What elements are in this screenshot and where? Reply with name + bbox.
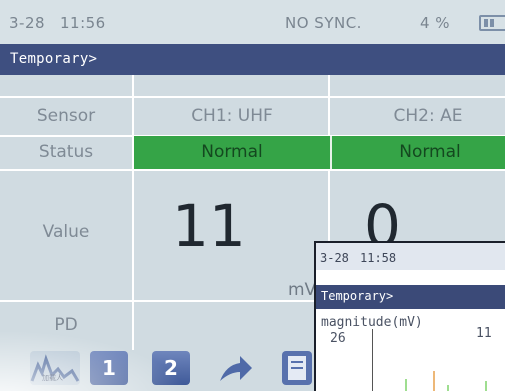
status-time: 11:56 bbox=[60, 14, 106, 32]
row-label-pd: PD bbox=[54, 315, 78, 335]
row-label-status: Status bbox=[38, 142, 94, 162]
spectrum-caption: 加载人 bbox=[42, 374, 63, 382]
inset-title-bar: Temporary> bbox=[316, 285, 505, 309]
inset-y-axis bbox=[372, 329, 373, 391]
page-title: Temporary> bbox=[10, 51, 98, 67]
status-date: 3-28 bbox=[9, 14, 46, 32]
channel-2-icon[interactable]: 2 bbox=[152, 351, 190, 385]
row-label-value: Value bbox=[42, 222, 90, 242]
inset-axis-label: magnitude(mV) bbox=[321, 315, 423, 330]
inset-axis-max: 26 bbox=[330, 331, 346, 346]
battery-icon bbox=[479, 15, 505, 31]
ch2-sensor-name: CH2: AE bbox=[393, 106, 463, 126]
sync-status: NO SYNC. bbox=[285, 14, 362, 32]
inset-title: Temporary> bbox=[321, 289, 394, 303]
grid-line bbox=[0, 169, 505, 171]
inset-status-bar: 3-28 11:58 bbox=[316, 243, 505, 270]
device-screen: 3-28 11:56 NO SYNC. 4 % Temporary> Senso… bbox=[0, 0, 505, 391]
ch1-value: 11 bbox=[172, 192, 246, 260]
ch1-unit: mV bbox=[288, 280, 317, 300]
inset-reading: 11 bbox=[476, 326, 492, 341]
ch1-status: Normal bbox=[201, 142, 263, 162]
document-icon[interactable] bbox=[282, 351, 312, 385]
title-bar[interactable]: Temporary> bbox=[0, 44, 505, 75]
battery-percent: 4 % bbox=[420, 14, 451, 32]
inset-date: 3-28 bbox=[320, 251, 349, 265]
channel-1-icon[interactable]: 1 bbox=[90, 351, 128, 385]
spectrum-icon[interactable]: 加载人 bbox=[30, 351, 80, 385]
status-band: Normal Normal bbox=[134, 136, 505, 169]
grid-line bbox=[0, 96, 505, 98]
ch1-sensor-name: CH1: UHF bbox=[191, 106, 273, 126]
ch2-status: Normal bbox=[399, 142, 461, 162]
inset-screenshot: 3-28 11:58 Temporary> magnitude(mV) 11 2… bbox=[314, 241, 505, 391]
share-icon[interactable] bbox=[216, 351, 254, 385]
status-bar: 3-28 11:56 NO SYNC. 4 % bbox=[0, 0, 505, 44]
inset-time: 11:58 bbox=[360, 251, 397, 265]
inset-spectrum-plot bbox=[405, 371, 487, 391]
row-label-sensor: Sensor bbox=[36, 106, 96, 126]
